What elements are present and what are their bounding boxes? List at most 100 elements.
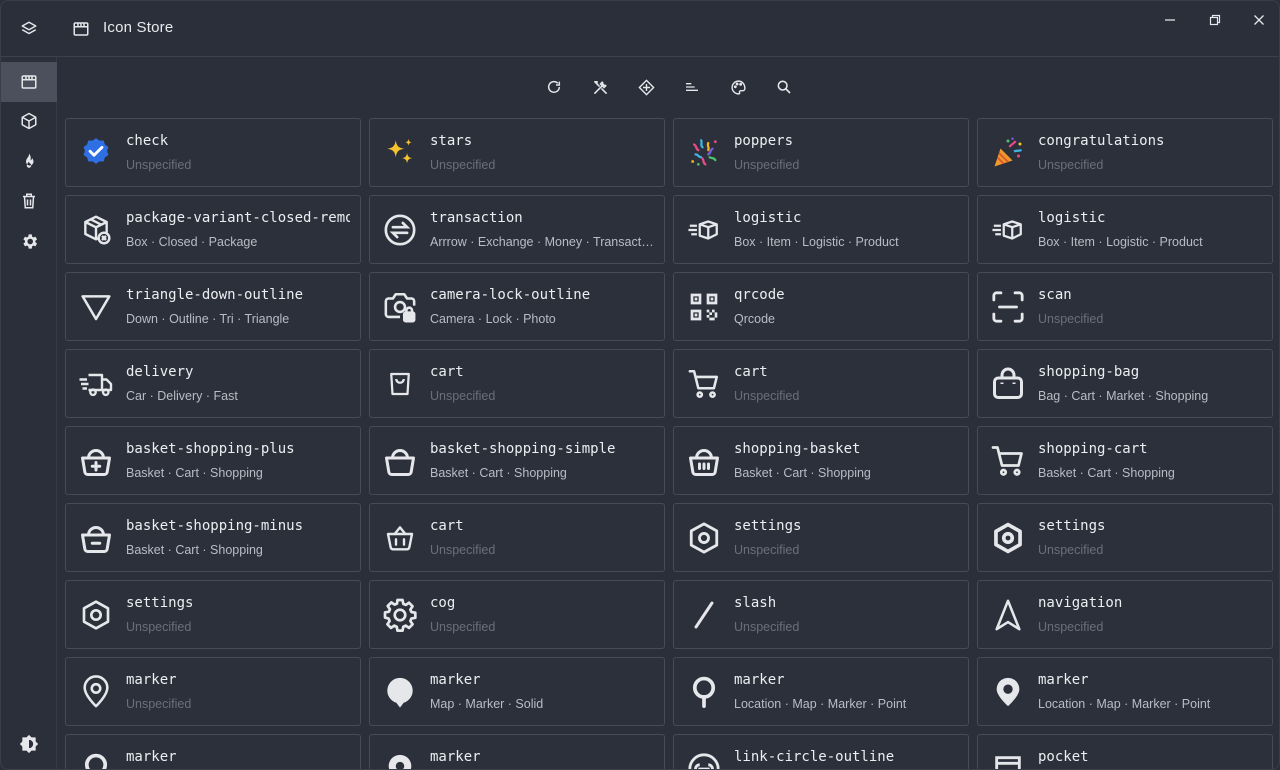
icon-name: cart xyxy=(734,364,768,380)
icon-card[interactable]: logistic Box · Item · Logistic · Product xyxy=(673,195,969,264)
marker-icon xyxy=(382,751,418,769)
tools-button[interactable] xyxy=(577,73,623,101)
cog-icon xyxy=(382,597,418,633)
icon-card[interactable]: cart Unspecified xyxy=(673,349,969,418)
icon-tags: Unspecified xyxy=(430,543,496,557)
shopping-cart-icon xyxy=(990,443,1026,479)
search-button[interactable] xyxy=(761,73,807,101)
trash-icon xyxy=(23,193,35,209)
shopping-basket-icon xyxy=(686,443,722,479)
icon-name: stars xyxy=(430,133,473,149)
icon-card[interactable]: settings Unspecified xyxy=(65,580,361,649)
icon-name: triangle-down-outline xyxy=(126,287,304,303)
settings-hexagon-icon xyxy=(990,520,1026,556)
icon-tags: Unspecified xyxy=(734,620,800,634)
triangle-down-outline-icon xyxy=(78,289,114,325)
icon-card[interactable]: cog Unspecified xyxy=(369,580,665,649)
icon-card[interactable]: delivery Car · Delivery · Fast xyxy=(65,349,361,418)
icon-card[interactable]: marker Location · Map · Marker · Point xyxy=(977,657,1273,726)
move-button[interactable] xyxy=(623,73,669,101)
refresh-button[interactable] xyxy=(531,73,577,101)
check-badge-icon xyxy=(78,135,114,171)
icon-card[interactable]: settings Unspecified xyxy=(977,503,1273,572)
icon-tags: Arrrow · Exchange · Money · Transaction xyxy=(430,235,656,249)
icon-card[interactable]: camera-lock-outline Camera · Lock · Phot… xyxy=(369,272,665,341)
icon-tags: Map · Marker · Solid xyxy=(430,697,544,711)
icon-name: settings xyxy=(126,595,194,611)
transaction-icon xyxy=(382,212,418,248)
icon-tags: Unspecified xyxy=(1038,543,1104,557)
icon-card[interactable]: basket-shopping-minus Basket · Cart · Sh… xyxy=(65,503,361,572)
icon-card[interactable]: slash Unspecified xyxy=(673,580,969,649)
icon-card[interactable]: congratulations Unspecified xyxy=(977,118,1273,187)
gear-icon xyxy=(22,233,37,249)
icon-tags: Basket · Cart · Shopping xyxy=(734,466,871,480)
sidebar-item-trash[interactable] xyxy=(1,181,57,221)
icon-card[interactable]: marker xyxy=(369,734,665,769)
icon-name: shopping-basket xyxy=(734,441,861,457)
icon-name: settings xyxy=(1038,518,1106,534)
icon-card[interactable]: transaction Arrrow · Exchange · Money · … xyxy=(369,195,665,264)
icon-card[interactable]: triangle-down-outline Down · Outline · T… xyxy=(65,272,361,341)
icon-tags: Basket · Cart · Shopping xyxy=(126,466,263,480)
settings-hexagon-icon xyxy=(686,520,722,556)
icon-tags: Unspecified xyxy=(126,158,192,172)
icon-name: scan xyxy=(1038,287,1072,303)
icon-card[interactable]: settings Unspecified xyxy=(673,503,969,572)
sidebar-item-packages[interactable] xyxy=(1,101,57,141)
icon-card[interactable]: check Unspecified xyxy=(65,118,361,187)
icon-name: logistic xyxy=(734,210,802,226)
icon-card[interactable]: shopping-cart Basket · Cart · Shopping xyxy=(977,426,1273,495)
icon-name: link-circle-outline xyxy=(734,749,895,765)
sidebar-item-store[interactable] xyxy=(1,62,57,102)
icon-card[interactable]: poppers Unspecified xyxy=(673,118,969,187)
sidebar-item-settings[interactable] xyxy=(1,221,57,261)
icon-name: package-variant-closed-remove xyxy=(126,210,350,226)
sidebar-item-popular[interactable] xyxy=(1,141,57,181)
icon-tags: Basket · Cart · Shopping xyxy=(1038,466,1175,480)
icon-card[interactable]: shopping-basket Basket · Cart · Shopping xyxy=(673,426,969,495)
restore-button[interactable] xyxy=(1200,9,1230,31)
icon-name: cart xyxy=(430,518,464,534)
icon-card[interactable]: logistic Box · Item · Logistic · Product xyxy=(977,195,1273,264)
icon-card[interactable]: basket-shopping-simple Basket · Cart · S… xyxy=(369,426,665,495)
icon-card[interactable]: shopping-bag Bag · Cart · Market · Shopp… xyxy=(977,349,1273,418)
icon-tags: Unspecified xyxy=(1038,312,1104,326)
icon-tags: Unspecified xyxy=(430,158,496,172)
icon-card[interactable]: qrcode Qrcode xyxy=(673,272,969,341)
icon-tags: Basket · Cart · Shopping xyxy=(126,543,263,557)
icon-card[interactable]: cart Unspecified xyxy=(369,349,665,418)
icon-card[interactable]: marker Location · Map · Marker · Point xyxy=(673,657,969,726)
icon-card[interactable]: cart Unspecified xyxy=(369,503,665,572)
icon-card[interactable]: stars Unspecified xyxy=(369,118,665,187)
close-button[interactable] xyxy=(1244,9,1274,31)
sort-button[interactable] xyxy=(669,73,715,101)
icon-card[interactable]: marker Map · Marker · Solid xyxy=(369,657,665,726)
icon-card[interactable]: package-variant-closed-remove Box · Clos… xyxy=(65,195,361,264)
icon-tags: Down · Outline · Tri · Triangle xyxy=(126,312,290,326)
icon-card[interactable]: marker Unspecified xyxy=(65,657,361,726)
fire-icon xyxy=(26,153,34,168)
icon-name: marker xyxy=(430,749,481,765)
icon-name: basket-shopping-minus xyxy=(126,518,304,534)
party-popper-icon xyxy=(990,135,1026,171)
icon-card[interactable]: basket-shopping-plus Basket · Cart · Sho… xyxy=(65,426,361,495)
icon-name: shopping-bag xyxy=(1038,364,1140,380)
icon-card[interactable]: navigation Unspecified xyxy=(977,580,1273,649)
toolbar xyxy=(531,73,807,101)
minimize-button[interactable] xyxy=(1155,9,1185,31)
theme-toggle-button[interactable] xyxy=(17,732,41,756)
icon-tags: Unspecified xyxy=(734,389,800,403)
slash-icon xyxy=(686,597,722,633)
icon-tags: Location · Map · Marker · Point xyxy=(734,697,907,711)
layers-icon[interactable] xyxy=(1,1,57,57)
icon-card[interactable]: marker xyxy=(65,734,361,769)
icon-tags: Unspecified xyxy=(1038,158,1104,172)
palette-button[interactable] xyxy=(715,73,761,101)
icon-tags: Location · Map · Marker · Point xyxy=(1038,697,1211,711)
package-variant-closed-remove-icon xyxy=(78,212,114,248)
icon-card[interactable]: pocket xyxy=(977,734,1273,769)
icon-card[interactable]: scan Unspecified xyxy=(977,272,1273,341)
icon-card[interactable]: link-circle-outline xyxy=(673,734,969,769)
icon-name: basket-shopping-plus xyxy=(126,441,295,457)
